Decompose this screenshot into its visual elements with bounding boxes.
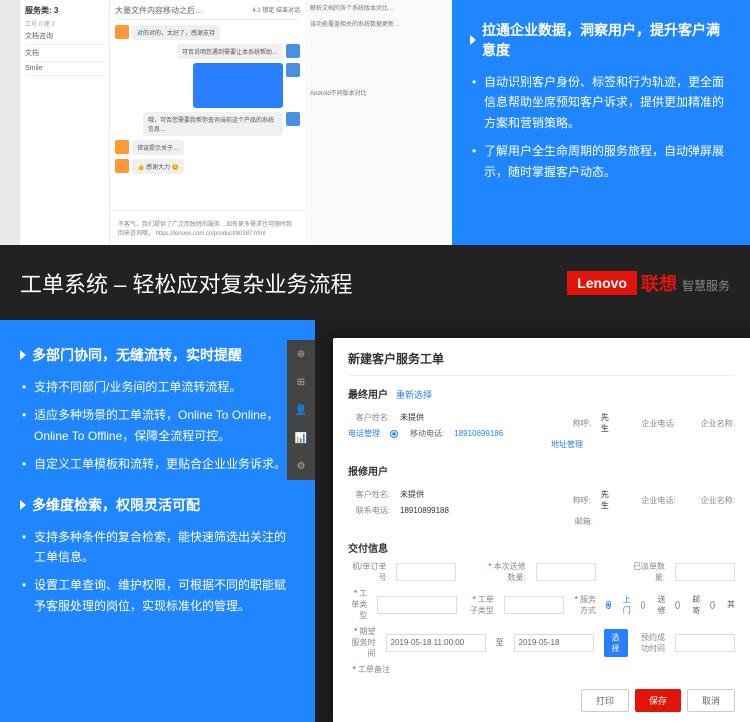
avatar: [115, 140, 129, 154]
radio-other[interactable]: [710, 601, 715, 609]
chat-nav-rail: [0, 0, 20, 245]
section-delivery: 交付信息: [348, 540, 735, 555]
avatar: [286, 44, 300, 58]
select-button[interactable]: 选择: [604, 629, 628, 657]
appt-input[interactable]: [675, 634, 735, 652]
chat-header: 大量文件内容移动之后… 4.1 锁定 结束对话: [115, 5, 300, 20]
nav-icon[interactable]: ⊕: [287, 340, 315, 368]
chat-contact-item[interactable]: 文档咨询: [25, 28, 104, 45]
feature-bullet: 设置工单查询、维护权限，可根据不同的职能赋予客服处理的岗位，实现标准化的管理。: [34, 575, 295, 616]
address-manage-link[interactable]: 地址管理: [551, 439, 583, 450]
form-title: 新建客户服务工单: [348, 350, 735, 376]
feature-bullet: 自定义工单模板和流转，更贴合企业业务诉求。: [34, 454, 295, 474]
feature-panel-top: 拉通企业数据，洞察用户，提升客户满意度 自动识别客户身份、标签和行为轨迹，更全面…: [452, 0, 750, 245]
avatar: [115, 25, 129, 39]
section-title: 工单系统 – 轻松应对复杂业务流程: [20, 267, 352, 299]
avatar: [286, 63, 300, 77]
chat-image-message[interactable]: [193, 63, 283, 108]
brand-logo: Lenovo 联想 智慧服务: [567, 270, 730, 296]
chat-list-title: 服务类: 3: [25, 5, 104, 16]
feature-title: 多部门协同，无缝流转，实时提醒: [20, 345, 295, 365]
feature-bullet: 支持不同部门/业务间的工单流转流程。: [34, 377, 295, 397]
radio-onsite[interactable]: [606, 601, 611, 609]
ticket-form: 新建客户服务工单 最终用户重新选择 客户姓名:未提供 电话管理移动电话:1891…: [333, 338, 750, 722]
chat-message: 哦，可否您需要我帮你查询当前这个产品的系统信息…: [143, 112, 283, 136]
chat-message: 👍 感谢大力 😊: [132, 159, 184, 174]
chat-message: 可否说明您遇到需要让本系统帮助…: [177, 44, 283, 59]
feature-bullet: 适应多种场景的工单流转，Online To Online，Online To O…: [34, 405, 295, 446]
phone-manage-link[interactable]: 电话管理: [348, 428, 380, 439]
sub-type-select[interactable]: [504, 596, 564, 614]
radio-mail[interactable]: [675, 601, 680, 609]
nav-icon[interactable]: ⊞: [287, 368, 315, 396]
section-repair-user: 报修用户: [348, 463, 735, 478]
nav-icon[interactable]: 📊: [287, 424, 315, 452]
save-button[interactable]: 保存: [635, 689, 681, 712]
serial-input[interactable]: [396, 563, 456, 581]
chat-contact-item[interactable]: 文档: [25, 45, 104, 62]
cancel-button[interactable]: 取消: [687, 689, 735, 712]
ticket-type-select[interactable]: [377, 596, 457, 614]
date-from-input[interactable]: [386, 634, 486, 652]
feature-bullet: 自动识别客户身份、标签和行为轨迹，更全面信息帮助坐席预知客户诉求，提供更加精准的…: [484, 72, 732, 133]
nav-icon[interactable]: 👤: [287, 396, 315, 424]
chat-input-area[interactable]: 不客气，我们提供了广泛而独特的服务…如有更多需求也可随时我回来咨询哦， http…: [110, 210, 305, 245]
chat-contact-list: 服务类: 3 工号 0 理 2 文档咨询 文档 Smile: [20, 0, 110, 245]
chat-simulator: 服务类: 3 工号 0 理 2 文档咨询 文档 Smile 大量文件内容移动之后…: [0, 0, 452, 245]
feature-title: 拉通企业数据，洞察用户，提升客户满意度: [470, 20, 732, 60]
section-header: 工单系统 – 轻松应对复杂业务流程 Lenovo 联想 智慧服务: [0, 245, 750, 320]
radio-send[interactable]: [641, 601, 646, 609]
reselect-link[interactable]: 重新选择: [396, 390, 432, 400]
feature-bullet: 了解用户全生命周期的服务旅程，自动弹屏展示，随时掌握客户动态。: [484, 141, 732, 182]
chat-contact-item[interactable]: Smile: [25, 62, 104, 76]
avatar: [115, 159, 129, 173]
date-to-input[interactable]: [514, 634, 594, 652]
nav-icon[interactable]: ⚙: [287, 452, 315, 480]
form-nav-rail: ⊕ ⊞ 👤 📊 ⚙: [287, 340, 315, 480]
sent-input[interactable]: [675, 563, 735, 581]
chat-message: 对的对的，太好了，感谢支持: [132, 25, 220, 40]
feature-bullet: 支持多种条件的复合检索，能快速筛选出关注的工单信息。: [34, 527, 295, 568]
chat-conversation: 大量文件内容移动之后… 4.1 锁定 结束对话 对的对的，太好了，感谢支持 可否…: [110, 0, 305, 245]
print-button[interactable]: 打印: [581, 689, 629, 712]
chat-message: 错误提示关于…: [132, 140, 184, 155]
radio-mobile[interactable]: [390, 430, 398, 438]
lenovo-badge: Lenovo: [567, 271, 637, 295]
feature-panel-left: 多部门协同，无缝流转，实时提醒 支持不同部门/业务间的工单流转流程。 适应多种场…: [0, 320, 315, 722]
section-end-user: 最终用户重新选择: [348, 386, 735, 401]
feature-title: 多维度检索，权限灵活可配: [20, 495, 295, 515]
chat-info-panel: 解析文档的各个系统版本对比… 该功能覆盖相关的系统数据更新… Android不同…: [305, 0, 452, 245]
avatar: [286, 112, 300, 126]
qty-input[interactable]: [536, 563, 596, 581]
